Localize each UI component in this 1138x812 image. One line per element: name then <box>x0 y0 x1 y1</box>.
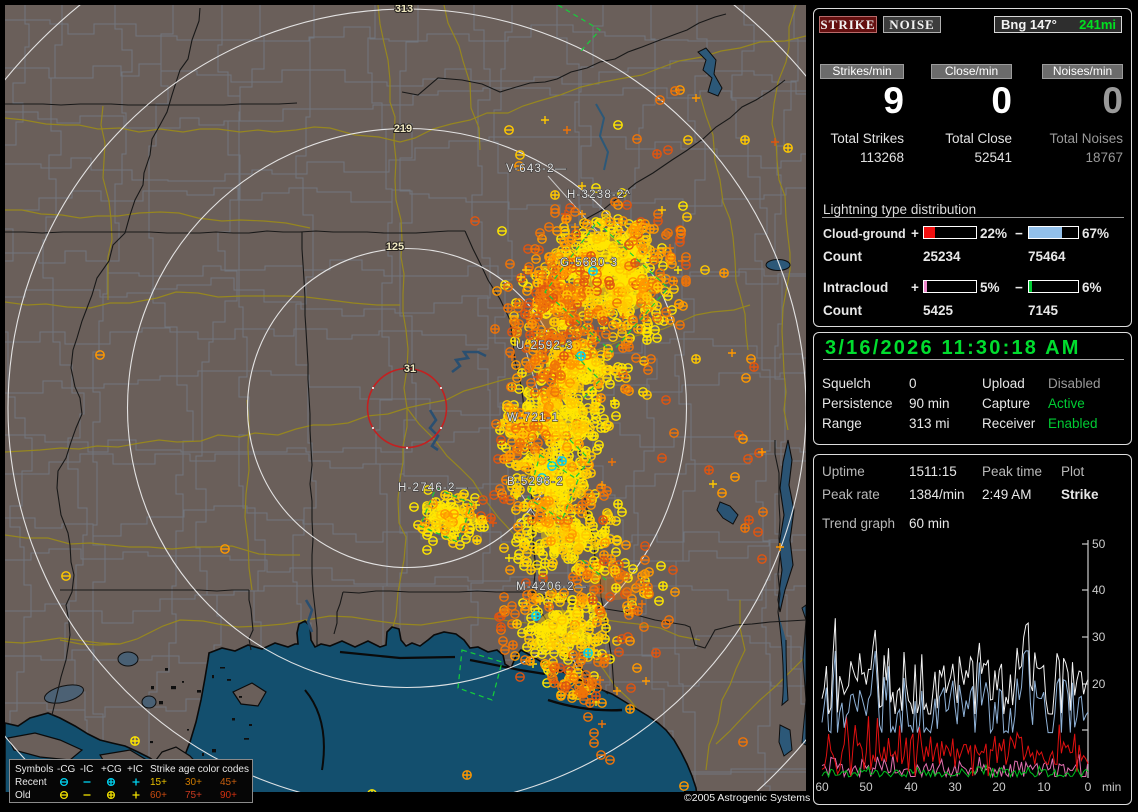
svg-text:U-2592-3: U-2592-3 <box>516 340 574 352</box>
svg-text:B-5296-2: B-5296-2 <box>507 476 564 488</box>
svg-text:H-2746-2—: H-2746-2— <box>398 482 468 494</box>
svg-text:219: 219 <box>394 123 412 135</box>
svg-text:V-643-2—: V-643-2— <box>506 163 567 175</box>
svg-text:H-3238-2^: H-3238-2^ <box>567 189 631 201</box>
svg-text:M-4206-2—: M-4206-2— <box>516 581 588 593</box>
svg-text:125: 125 <box>386 241 404 253</box>
svg-text:W-721-1: W-721-1 <box>507 412 559 424</box>
svg-text:G-5680-3: G-5680-3 <box>560 257 618 269</box>
svg-text:31: 31 <box>404 363 416 375</box>
svg-text:313: 313 <box>395 3 413 15</box>
